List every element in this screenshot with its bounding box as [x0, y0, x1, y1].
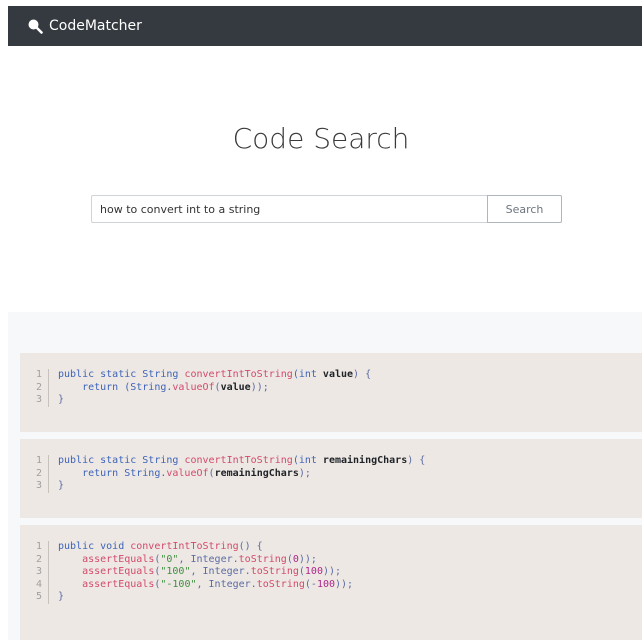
line-number: 4 — [20, 578, 49, 591]
search-input[interactable] — [91, 195, 487, 223]
code-result: 1 public static String convertIntToStrin… — [20, 353, 642, 432]
code-text: return (String.valueOf(value)); — [58, 381, 269, 393]
code-line: 4 assertEquals("-100", Integer.toString(… — [20, 578, 642, 591]
brand-name: CodeMatcher — [49, 18, 142, 34]
code-line: 2 assertEquals("0", Integer.toString(0))… — [20, 553, 642, 566]
line-number: 1 — [20, 541, 49, 554]
code-line: 1 public static String convertIntToStrin… — [20, 369, 642, 382]
code-line: 1 public static String convertIntToStrin… — [20, 455, 642, 468]
line-number: 1 — [20, 369, 49, 382]
search-bar: Search — [91, 195, 562, 223]
code-text: public static String convertIntToString(… — [58, 455, 426, 466]
results-panel: 1 public static String convertIntToStrin… — [8, 312, 642, 640]
code-text: assertEquals("0", Integer.toString(0)); — [82, 553, 317, 565]
code-line: 2 return (String.valueOf(value)); — [20, 381, 642, 394]
line-number: 1 — [20, 455, 49, 468]
code-text: } — [58, 591, 65, 602]
code-text: } — [58, 394, 65, 405]
line-number: 5 — [20, 591, 49, 604]
code-line: 1 public void convertIntToString() { — [20, 541, 642, 554]
navbar: CodeMatcher — [8, 6, 642, 46]
code-line: 3 assertEquals("100", Integer.toString(1… — [20, 566, 642, 579]
code-result: 1 public static String convertIntToStrin… — [20, 439, 642, 518]
code-text: assertEquals("100", Integer.toString(100… — [82, 566, 342, 577]
search-logo-icon — [28, 19, 43, 34]
code-line: 5 } — [20, 591, 642, 604]
line-number: 2 — [20, 381, 49, 394]
code-text: public void convertIntToString() { — [58, 541, 263, 552]
code-text: return String.valueOf(remainingChars); — [58, 467, 311, 479]
code-text: assertEquals("-100", Integer.toString(-1… — [82, 578, 354, 590]
line-number: 3 — [20, 480, 49, 493]
code-line: 3 } — [20, 480, 642, 493]
line-number: 2 — [20, 467, 49, 480]
code-result: 1 public void convertIntToString() { 2 a… — [20, 525, 642, 640]
code-line: 3 } — [20, 394, 642, 407]
code-text: public static String convertIntToString(… — [58, 369, 372, 380]
code-line: 2 return String.valueOf(remainingChars); — [20, 467, 642, 480]
line-number: 3 — [20, 394, 49, 407]
page-title: Code Search — [232, 122, 410, 155]
line-number: 3 — [20, 566, 49, 579]
line-number: 2 — [20, 553, 49, 566]
brand-link[interactable]: CodeMatcher — [27, 18, 142, 34]
code-text: } — [58, 480, 65, 491]
search-button[interactable]: Search — [487, 195, 562, 223]
